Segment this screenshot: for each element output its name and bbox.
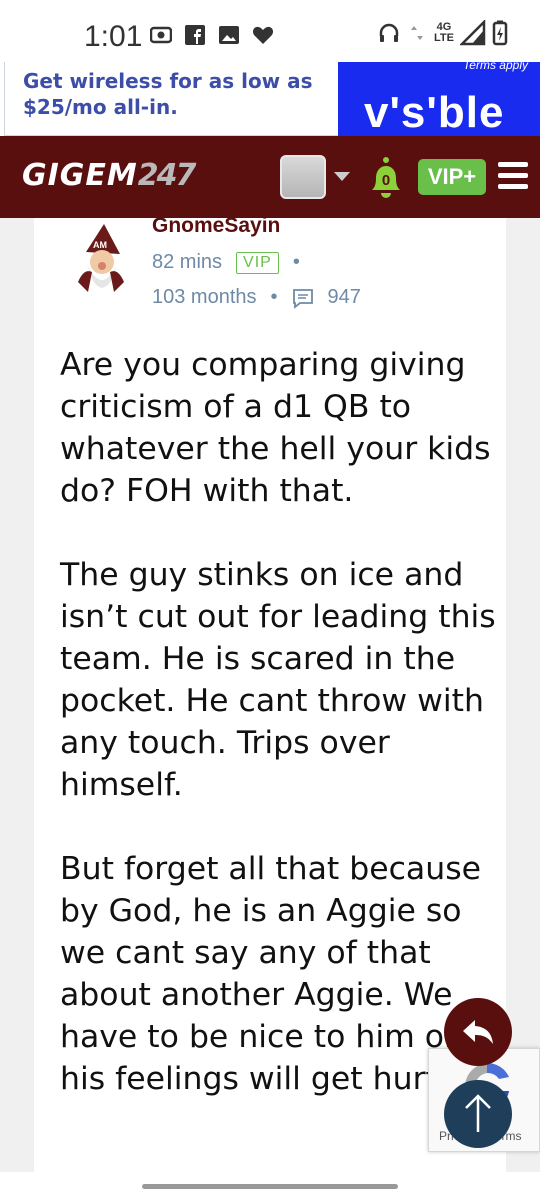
network-type: 4G LTE	[434, 21, 454, 44]
member-duration: 103 months	[152, 286, 257, 308]
arrow-up-icon	[465, 1094, 491, 1132]
heart-icon	[252, 26, 274, 44]
ad-banner[interactable]: Get wireless for as low as $25/mo all-in…	[0, 62, 540, 136]
headphones-icon	[379, 23, 399, 42]
separator-dot: •	[292, 251, 300, 273]
author-name[interactable]: GnomeSayin	[152, 214, 280, 238]
reply-button[interactable]	[444, 998, 512, 1066]
gesture-handle[interactable]	[142, 1184, 398, 1189]
status-bar: 1:01 4G LTE	[0, 0, 540, 62]
post-meta-member: 103 months • 947	[152, 286, 361, 309]
post-timestamp: 82 mins	[152, 251, 223, 273]
ad-copy-panel[interactable]: Get wireless for as low as $25/mo all-in…	[4, 62, 338, 136]
post-meta-time: 82 mins VIP •	[152, 251, 300, 274]
battery-charging-icon	[492, 20, 508, 46]
post-paragraph: Are you comparing giving criticism of a …	[60, 347, 491, 509]
separator-dot: •	[270, 286, 278, 308]
vip-badge: VIP	[236, 251, 279, 274]
svg-text:AM: AM	[93, 240, 107, 250]
ad-brand-logo: v's'ble	[364, 88, 505, 136]
status-time: 1:01	[84, 20, 143, 53]
author-avatar[interactable]: AM	[64, 222, 138, 296]
screen-record-icon	[150, 26, 172, 44]
chevron-down-icon[interactable]	[334, 172, 350, 181]
reply-icon	[463, 1020, 493, 1044]
notification-count: 0	[382, 172, 390, 189]
image-icon	[219, 26, 239, 44]
ad-terms: Terms apply	[463, 62, 528, 72]
vip-plus-button[interactable]: VIP+	[418, 159, 486, 195]
facebook-icon	[185, 25, 205, 45]
site-logo[interactable]: GIGEM247	[22, 158, 197, 193]
ad-headline[interactable]: Get wireless for as low as $25/mo all-in…	[23, 68, 323, 120]
data-arrows-icon	[411, 26, 423, 40]
logo-number: 247	[137, 158, 197, 193]
status-notification-icons	[150, 24, 274, 46]
ad-brand-panel[interactable]: Terms apply v's'ble	[338, 62, 540, 136]
logo-text: GIGEM	[22, 158, 138, 193]
message-count-icon	[292, 288, 313, 309]
post-body: Are you comparing giving criticism of a …	[60, 344, 500, 1142]
system-nav-bar	[0, 1172, 540, 1200]
post-count: 947	[327, 286, 361, 308]
hamburger-menu-icon[interactable]	[498, 162, 528, 190]
post-paragraph: The guy stinks on ice and isn’t cut out …	[60, 557, 496, 803]
notification-bell-icon[interactable]: 0	[366, 156, 406, 200]
status-system-icons: 4G LTE	[378, 20, 508, 46]
user-avatar[interactable]	[280, 155, 326, 199]
signal-icon	[459, 20, 486, 46]
scroll-to-top-button[interactable]	[444, 1080, 512, 1148]
